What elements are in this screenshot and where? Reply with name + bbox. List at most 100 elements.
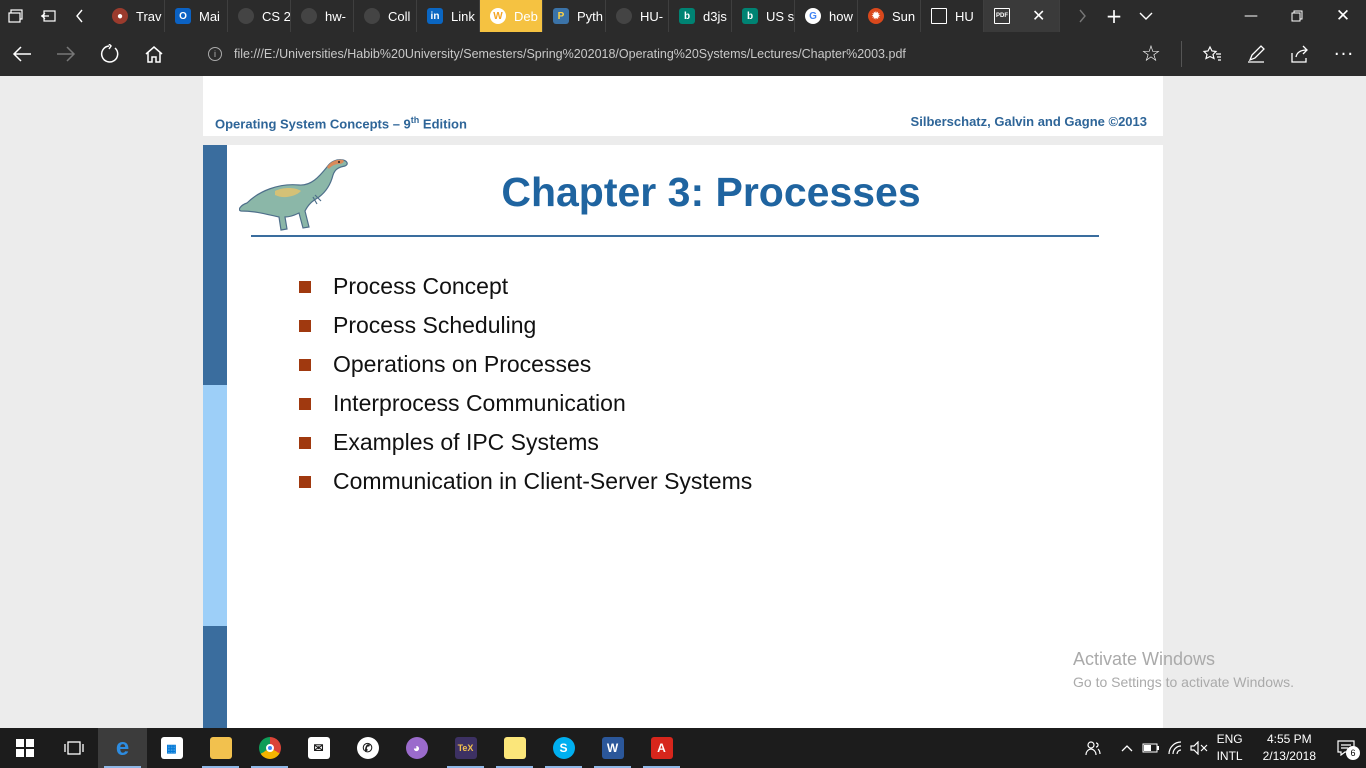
url-field[interactable]: i file:///E:/Universities/Habib%20Univer…: [200, 32, 1120, 76]
web-note-pen-icon[interactable]: [1234, 32, 1278, 76]
home-icon[interactable]: [132, 32, 176, 76]
title-underline: [251, 235, 1099, 237]
previous-page-footer: Operating System Concepts – 9th Edition …: [203, 76, 1163, 136]
close-window-icon[interactable]: ✕: [1320, 0, 1366, 32]
browser-tab[interactable]: CS 2: [228, 0, 291, 32]
start-button[interactable]: [0, 728, 49, 768]
scroll-tabs-right-icon[interactable]: [1066, 0, 1098, 32]
toolbar-divider: [1181, 41, 1182, 67]
taskbar-app-whatsapp[interactable]: ✆: [343, 728, 392, 768]
set-tabs-aside-icon[interactable]: [32, 0, 64, 32]
slide-title: Chapter 3: Processes: [501, 169, 921, 215]
browser-tab[interactable]: b d3js: [669, 0, 732, 32]
browser-tab[interactable]: in Link: [417, 0, 480, 32]
favorites-hub-icon[interactable]: [1190, 32, 1234, 76]
texstudio-icon: TeX: [454, 737, 477, 759]
browser-tab[interactable]: hw-: [291, 0, 354, 32]
back-icon[interactable]: [0, 32, 44, 76]
forward-icon: [44, 32, 88, 76]
close-tab-icon[interactable]: ✕: [1032, 6, 1045, 26]
tab-label: Trav: [136, 8, 162, 24]
browser-tab-highlighted[interactable]: W Deb: [480, 0, 543, 32]
tab-label: d3js: [703, 8, 727, 24]
volume-muted-icon[interactable]: [1187, 728, 1211, 768]
restore-icon[interactable]: [1274, 0, 1320, 32]
browser-tab[interactable]: Coll: [354, 0, 417, 32]
book-title-tail: Edition: [419, 116, 467, 132]
bullet-list: Process Concept Process Scheduling Opera…: [299, 267, 752, 501]
taskbar-app-sticky-notes[interactable]: [490, 728, 539, 768]
bullet-text: Process Scheduling: [333, 312, 537, 338]
taskbar-app-edge[interactable]: e: [98, 728, 147, 768]
list-item: Examples of IPC Systems: [299, 423, 752, 462]
book-title: Operating System Concepts – 9th Edition: [215, 115, 467, 131]
bullet-marker: [299, 475, 311, 488]
share-icon[interactable]: [1278, 32, 1322, 76]
tab-label: hw-: [325, 8, 346, 24]
battery-icon[interactable]: [1139, 728, 1163, 768]
taskbar-app-texstudio[interactable]: TeX: [441, 728, 490, 768]
browser-tab[interactable]: Ghow: [795, 0, 858, 32]
taskbar-app-acrobat[interactable]: A: [637, 728, 686, 768]
browser-tab-current[interactable]: PDF ✕: [984, 0, 1060, 32]
slide: Chapter 3: Processes Process Concept Pro…: [203, 145, 1163, 728]
action-center-button[interactable]: 6: [1326, 728, 1366, 768]
browser-tab[interactable]: O Mai: [165, 0, 228, 32]
browser-tab[interactable]: ● Trav: [102, 0, 165, 32]
task-view-button[interactable]: [49, 728, 98, 768]
taskbar-app-mail[interactable]: ✉: [294, 728, 343, 768]
new-tab-icon[interactable]: +: [1098, 0, 1130, 32]
clock[interactable]: 4:55 PM 2/13/2018: [1263, 731, 1316, 765]
watermark-subtitle: Go to Settings to activate Windows.: [1073, 674, 1294, 690]
people-icon[interactable]: [1081, 728, 1105, 768]
start-icon: [15, 739, 34, 757]
minimize-icon[interactable]: —: [1228, 0, 1274, 32]
more-options-icon[interactable]: ···: [1322, 32, 1366, 76]
address-bar: i file:///E:/Universities/Habib%20Univer…: [0, 32, 1366, 76]
language-indicator[interactable]: ENG INTL: [1217, 731, 1243, 765]
taskbar-app-skype[interactable]: S: [539, 728, 588, 768]
pdf-page: Operating System Concepts – 9th Edition …: [203, 76, 1163, 728]
browser-tab[interactable]: HU: [921, 0, 984, 32]
book-title-main: Operating System Concepts – 9: [215, 116, 411, 132]
favorite-star-icon[interactable]: ☆: [1129, 32, 1173, 76]
scroll-tabs-left-icon[interactable]: [64, 0, 96, 32]
keyboard-layout: INTL: [1216, 749, 1243, 763]
sun-icon: ✹: [868, 8, 884, 24]
taskbar-app-file-explorer[interactable]: [196, 728, 245, 768]
slide-sidebar-band: [203, 145, 227, 385]
github-icon: [301, 8, 317, 24]
slide-sidebar-band: [203, 626, 227, 728]
activate-windows-watermark: Activate Windows Go to Settings to activ…: [1073, 649, 1294, 690]
taskbar-app-store[interactable]: ▦: [147, 728, 196, 768]
linkedin-icon: in: [427, 8, 443, 24]
taskbar-app-chrome[interactable]: [245, 728, 294, 768]
bullet-text: Process Concept: [333, 273, 509, 299]
list-item: Communication in Client-Server Systems: [299, 462, 752, 501]
info-icon[interactable]: i: [208, 47, 222, 61]
browser-tab[interactable]: HU-: [606, 0, 669, 32]
tab-bar: ● Trav O Mai CS 2 hw- Coll in Link W Deb P Py…: [0, 0, 1366, 32]
refresh-icon[interactable]: [88, 32, 132, 76]
tab-preview-icon[interactable]: [0, 0, 32, 32]
python-icon: P: [553, 8, 569, 24]
taskbar-app-github-desktop[interactable]: ◕: [392, 728, 441, 768]
chevron-down-icon[interactable]: [1130, 0, 1162, 32]
wifi-icon[interactable]: [1163, 728, 1187, 768]
book-title-sup: th: [410, 115, 420, 125]
github-icon: [616, 8, 632, 24]
browser-tab[interactable]: b US s: [732, 0, 795, 32]
chevron-up-icon[interactable]: [1115, 728, 1139, 768]
browser-tab[interactable]: ✹ Sun: [858, 0, 921, 32]
mail-icon: ✉: [307, 737, 330, 759]
tab-label: Mai: [199, 8, 220, 24]
skype-icon: S: [552, 737, 575, 759]
pdf-viewer[interactable]: Operating System Concepts – 9th Edition …: [0, 76, 1366, 728]
taskbar-app-word[interactable]: W: [588, 728, 637, 768]
list-item: Process Scheduling: [299, 306, 752, 345]
bullet-text: Communication in Client-Server Systems: [333, 468, 753, 494]
bing-icon: b: [679, 8, 695, 24]
bullet-marker: [299, 358, 311, 371]
pdf-icon: PDF: [994, 8, 1010, 24]
browser-tab[interactable]: P Pyth: [543, 0, 606, 32]
